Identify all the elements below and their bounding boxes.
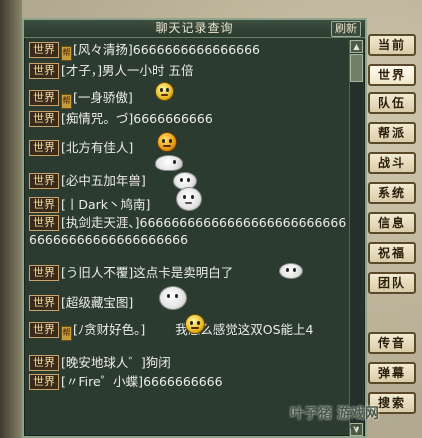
channel-badge[interactable]: 世界 — [29, 215, 59, 231]
sender-name[interactable]: [风々清扬] — [73, 42, 133, 57]
cloud-emoji-icon — [279, 263, 303, 279]
ghost-emoji-icon — [176, 187, 202, 211]
title-bar: 聊天记录查询 刷新 — [24, 20, 365, 38]
ghost-emoji-icon — [159, 286, 187, 310]
tab-group[interactable]: 团队 — [368, 272, 416, 294]
channel-badge[interactable]: 世界 — [29, 355, 59, 371]
sender-name[interactable]: [必中五加年兽] — [61, 173, 146, 188]
message-text: 6666666666666666 — [132, 42, 261, 57]
smile-emoji-icon — [185, 314, 205, 334]
chat-history-panel: 聊天记录查询 刷新 世界帮 [风々清扬]6666666666666666 世界 [才… — [22, 18, 367, 438]
refresh-button[interactable]: 刷新 — [331, 21, 361, 37]
channel-badge[interactable]: 世界 — [29, 140, 59, 156]
message-row: 世界 [才子，]男人一小时 五倍 — [29, 62, 351, 79]
message-row: 世界 [〃Fire゜小蝶]6666666666 — [29, 373, 351, 390]
sender-name[interactable]: [ﾉ贪财好色。] — [73, 322, 145, 337]
tab-system[interactable]: 系统 — [368, 182, 416, 204]
tab-world[interactable]: 世界 — [368, 64, 416, 86]
sender-name[interactable]: [北方有佳人] — [61, 140, 133, 155]
channel-badge[interactable]: 世界 — [29, 265, 59, 281]
channel-badge[interactable]: 世界 — [29, 374, 59, 390]
message-text: 狗闭 — [145, 355, 171, 370]
guild-marker-icon: 帮 — [61, 326, 72, 341]
channel-badge[interactable]: 世界 — [29, 295, 59, 311]
message-row: 世界 [执剑走天涯、]666666666666666666666666666666… — [29, 214, 351, 248]
sender-name[interactable]: [う旧人不覆] — [61, 265, 133, 280]
tab-info[interactable]: 信息 — [368, 212, 416, 234]
angry-emoji-icon — [157, 132, 177, 152]
sender-name[interactable]: [痴情咒。づ] — [61, 111, 133, 126]
fish-emoji-icon — [155, 155, 183, 171]
sender-name[interactable]: [才子，]男人一小时 — [61, 63, 165, 78]
channel-badge[interactable]: 世界 — [29, 42, 59, 58]
message-row: 世界 [超级藏宝图] — [29, 294, 351, 311]
scroll-thumb[interactable] — [350, 54, 363, 82]
sender-name[interactable]: [〃Fire゜小蝶] — [61, 374, 143, 389]
tab-battle[interactable]: 战斗 — [368, 152, 416, 174]
watermark-url: www.yzz.cn — [308, 422, 361, 432]
sender-name[interactable]: [一身骄傲] — [73, 90, 133, 105]
tab-blessing[interactable]: 祝福 — [368, 242, 416, 264]
guild-marker-icon: 帮 — [61, 46, 72, 61]
message-text: 6666666666 — [133, 111, 213, 126]
message-row: 世界帮 [一身骄傲] — [29, 89, 351, 109]
background-left-edge — [0, 0, 22, 438]
channel-badge[interactable]: 世界 — [29, 63, 59, 79]
channel-badge[interactable]: 世界 — [29, 90, 59, 106]
sender-name[interactable]: [执剑走天涯、] — [61, 215, 140, 230]
message-text: 6666666666 — [143, 374, 223, 389]
channel-badge[interactable]: 世界 — [29, 173, 59, 189]
scrollbar[interactable]: ▲ ▼ — [349, 40, 363, 436]
tab-guild[interactable]: 帮派 — [368, 122, 416, 144]
tab-team[interactable]: 队伍 — [368, 92, 416, 114]
message-text: 五倍 — [168, 63, 194, 78]
sender-name[interactable]: [丨Dark丶鸠南] — [61, 197, 150, 212]
message-row: 世界 [痴情咒。づ]6666666666 — [29, 110, 351, 127]
window-title: 聊天记录查询 — [155, 21, 234, 35]
smile-emoji-icon — [155, 82, 174, 101]
channel-badge[interactable]: 世界 — [29, 111, 59, 127]
message-row: 世界帮 [风々清扬]6666666666666666 — [29, 41, 351, 61]
tab-whisper[interactable]: 传音 — [368, 332, 416, 354]
tab-current[interactable]: 当前 — [368, 34, 416, 56]
message-text: 这点卡是卖明白了 — [133, 265, 234, 280]
channel-badge[interactable]: 世界 — [29, 197, 59, 213]
sender-name[interactable]: [晚安地球人゛] — [61, 355, 146, 370]
watermark-brand: 叶子猪 游戏网 — [290, 406, 379, 422]
message-row: 世界 [北方有佳人] — [29, 139, 351, 156]
guild-marker-icon: 帮 — [61, 94, 72, 109]
sender-name[interactable]: [超级藏宝图] — [61, 295, 133, 310]
scroll-up-button[interactable]: ▲ — [350, 40, 363, 53]
tab-danmaku[interactable]: 弹幕 — [368, 362, 416, 384]
channel-badge[interactable]: 世界 — [29, 322, 59, 338]
message-row: 世界 [晚安地球人゛]狗闭 — [29, 354, 351, 371]
